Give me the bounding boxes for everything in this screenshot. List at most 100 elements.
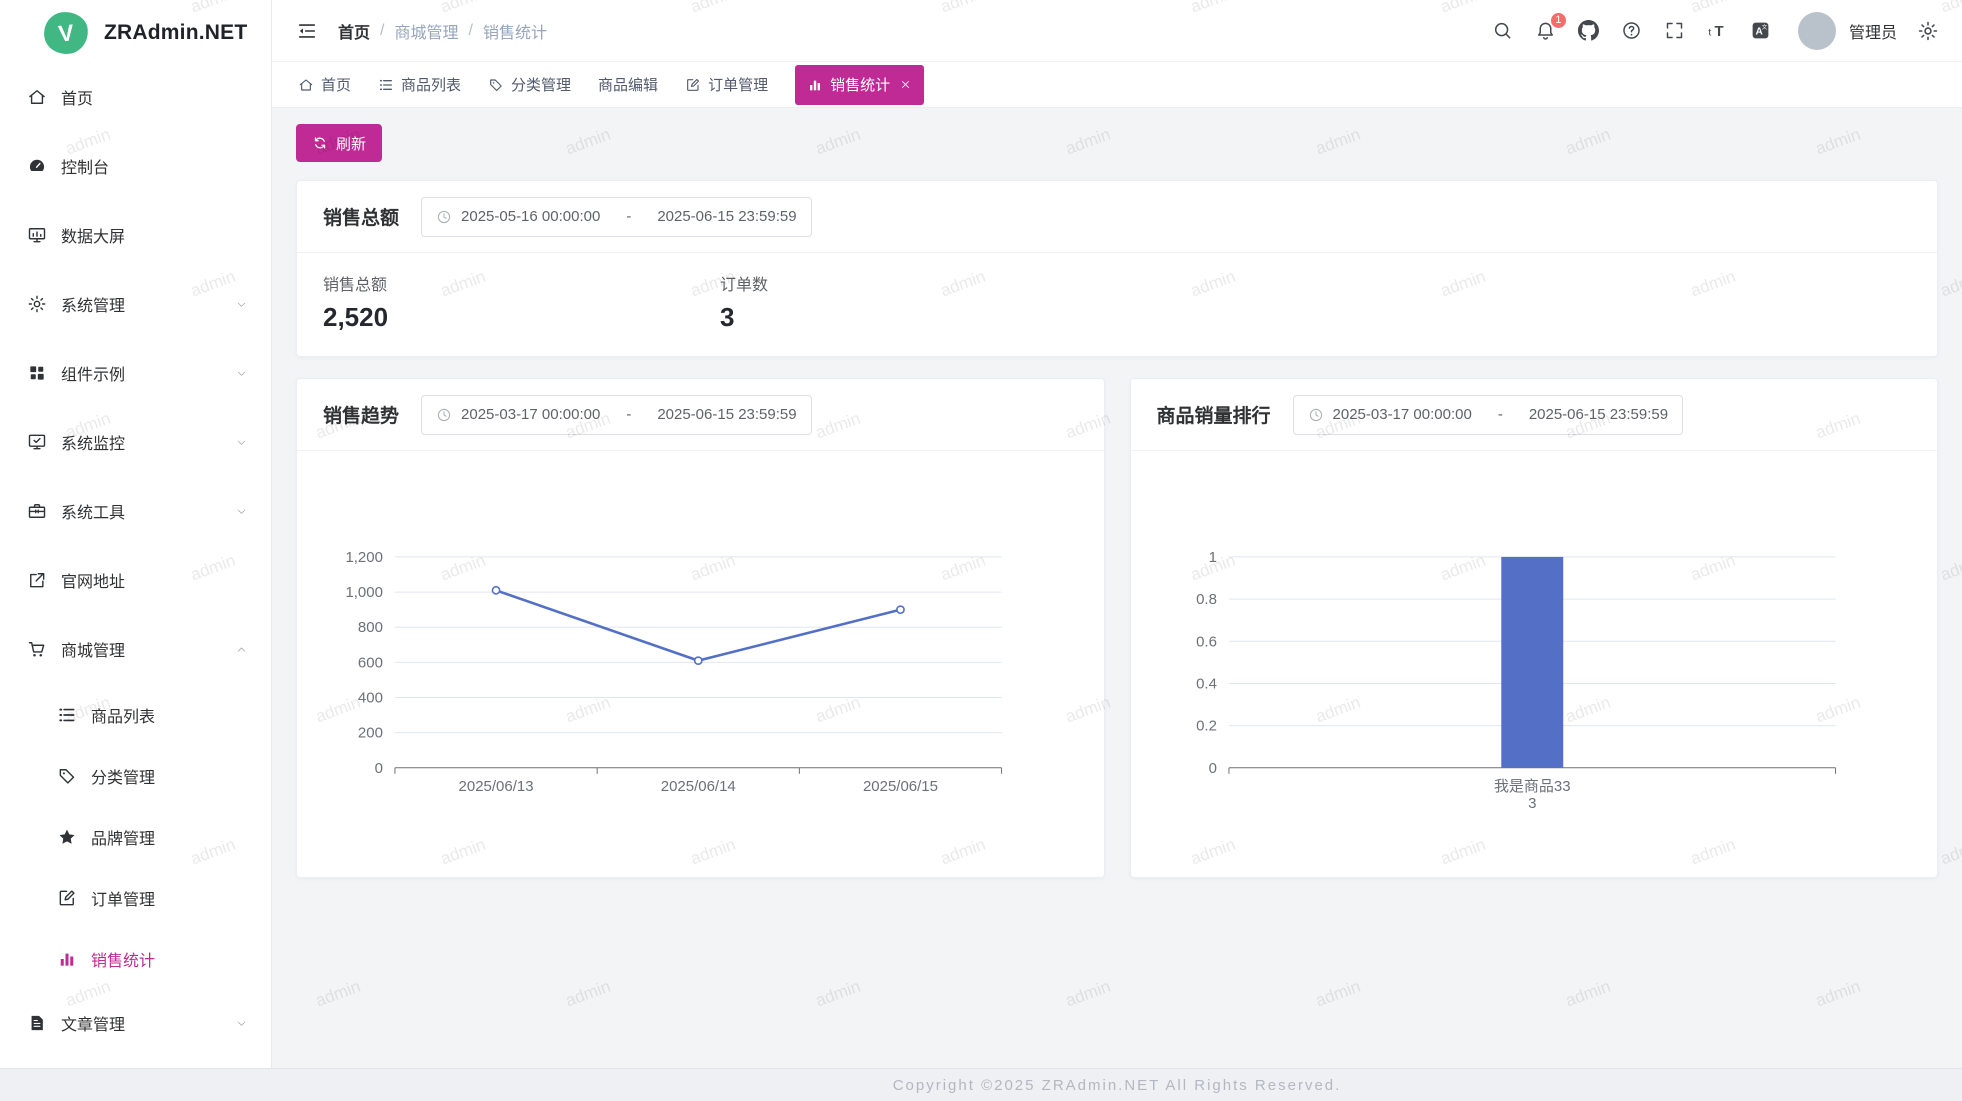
external-link-icon (27, 570, 47, 590)
font-size-icon[interactable]: tT (1706, 19, 1730, 43)
date-separator: - (626, 208, 631, 225)
fullscreen-icon[interactable] (1663, 19, 1687, 43)
svg-text:800: 800 (358, 619, 383, 636)
tag-icon (57, 766, 77, 786)
tab-product-edit[interactable]: 商品编辑 (598, 62, 658, 108)
close-icon[interactable] (899, 78, 912, 91)
home-icon (27, 87, 47, 107)
sidebar-item-sales-stats[interactable]: 销售统计 (0, 931, 271, 987)
star-icon (57, 827, 77, 847)
svg-text:0.8: 0.8 (1196, 591, 1217, 608)
edit-icon (57, 888, 77, 908)
stat-total-sales: 销售总额 2,520 (323, 271, 720, 333)
sidebar-item-data-screen[interactable]: 数据大屏 (0, 204, 271, 266)
clock-icon (1308, 407, 1324, 423)
svg-text:400: 400 (358, 690, 383, 707)
app-logo[interactable]: V ZRAdmin.NET (0, 0, 271, 66)
sidebar-item-label: 销售统计 (91, 947, 155, 971)
sidebar-item-monitoring[interactable]: 系统监控 (0, 411, 271, 473)
chevron-down-icon (234, 366, 249, 381)
date-separator: - (1498, 406, 1503, 423)
main-area: 首页 / 商城管理 / 销售统计 1 tT A文 管理员 首页 (272, 0, 1962, 1101)
svg-text:0: 0 (1208, 760, 1216, 777)
sidebar-item-home[interactable]: 首页 (0, 66, 271, 128)
notification-badge: 1 (1550, 12, 1567, 29)
trend-date-range-picker[interactable]: 2025-03-17 00:00:00 - 2025-06-15 23:59:5… (421, 395, 812, 435)
summary-date-range-picker[interactable]: 2025-05-16 00:00:00 - 2025-06-15 23:59:5… (421, 197, 812, 237)
sidebar-item-brand-mgmt[interactable]: 品牌管理 (0, 809, 271, 865)
settings-gear-icon[interactable] (1916, 19, 1940, 43)
sidebar-item-category-mgmt[interactable]: 分类管理 (0, 748, 271, 804)
sidebar-item-article-mgmt[interactable]: 文章管理 (0, 992, 271, 1054)
svg-text:T: T (1715, 24, 1724, 40)
chevron-down-icon (234, 1016, 249, 1031)
card-title: 销售趋势 (323, 401, 399, 428)
sales-trend-card: 销售趋势 2025-03-17 00:00:00 - 2025-06-15 23… (296, 378, 1105, 878)
sidebar-item-tools[interactable]: 系统工具 (0, 480, 271, 542)
svg-text:200: 200 (358, 725, 383, 742)
sidebar-item-order-mgmt[interactable]: 订单管理 (0, 870, 271, 926)
tab-product-list[interactable]: 商品列表 (378, 62, 461, 108)
topbar: 首页 / 商城管理 / 销售统计 1 tT A文 管理员 (272, 0, 1962, 62)
svg-text:文: 文 (1762, 23, 1768, 31)
card-title: 销售总额 (323, 203, 399, 230)
svg-text:3: 3 (1528, 795, 1536, 812)
clock-icon (436, 209, 452, 225)
tag-icon (488, 77, 504, 93)
chart-bar-icon (807, 77, 823, 93)
sidebar-fold-icon[interactable] (296, 20, 318, 42)
clock-icon (436, 407, 452, 423)
sidebar-item-system-mgmt[interactable]: 系统管理 (0, 273, 271, 335)
page-footer: Copyright ©2025 ZRAdmin.NET All Rights R… (0, 1068, 1962, 1101)
chart-bar-icon (57, 949, 77, 969)
stat-order-count: 订单数 3 (720, 271, 1117, 333)
tab-label: 销售统计 (830, 74, 890, 95)
date-end: 2025-06-15 23:59:59 (1529, 406, 1668, 423)
components-icon (27, 363, 47, 383)
sidebar-item-label: 系统监控 (61, 430, 125, 454)
date-start: 2025-03-17 00:00:00 (461, 406, 600, 423)
user-name[interactable]: 管理员 (1849, 19, 1897, 43)
notifications-button[interactable]: 1 (1534, 19, 1558, 43)
svg-text:600: 600 (358, 654, 383, 671)
sidebar-item-console[interactable]: 控制台 (0, 135, 271, 197)
summary-stats: 销售总额 2,520 订单数 3 (297, 253, 1937, 333)
charts-row: 销售趋势 2025-03-17 00:00:00 - 2025-06-15 23… (296, 378, 1938, 878)
logo-icon: V (42, 10, 90, 56)
tab-sales-stats[interactable]: 销售统计 (795, 65, 924, 105)
github-icon[interactable] (1577, 19, 1601, 43)
rank-date-range-picker[interactable]: 2025-03-17 00:00:00 - 2025-06-15 23:59:5… (1293, 395, 1684, 435)
tab-order-mgmt[interactable]: 订单管理 (685, 62, 768, 108)
tab-category-mgmt[interactable]: 分类管理 (488, 62, 571, 108)
sidebar-item-label: 订单管理 (91, 886, 155, 910)
help-icon[interactable] (1620, 19, 1644, 43)
sidebar-item-label: 系统管理 (61, 292, 125, 316)
sidebar-item-components[interactable]: 组件示例 (0, 342, 271, 404)
sidebar-item-product-list[interactable]: 商品列表 (0, 687, 271, 743)
svg-text:我是商品33: 我是商品33 (1493, 778, 1570, 795)
page-content: 刷新 销售总额 2025-05-16 00:00:00 - 2025-06-15… (272, 108, 1962, 878)
refresh-button[interactable]: 刷新 (296, 124, 382, 162)
svg-text:2025/06/13: 2025/06/13 (459, 778, 534, 795)
tab-label: 订单管理 (708, 74, 768, 95)
chevron-up-icon (234, 642, 249, 657)
sidebar-item-label: 组件示例 (61, 361, 125, 385)
date-start: 2025-05-16 00:00:00 (461, 208, 600, 225)
breadcrumb: 首页 / 商城管理 / 销售统计 (338, 19, 547, 43)
chevron-down-icon (234, 435, 249, 450)
avatar[interactable] (1798, 12, 1836, 50)
breadcrumb-home[interactable]: 首页 (338, 19, 370, 43)
sidebar-item-website[interactable]: 官网地址 (0, 549, 271, 611)
tab-home[interactable]: 首页 (298, 62, 351, 108)
stat-value: 3 (720, 302, 1117, 333)
sidebar-item-label: 文章管理 (61, 1011, 125, 1035)
svg-text:0.2: 0.2 (1196, 718, 1217, 735)
breadcrumb-mall[interactable]: 商城管理 (394, 19, 458, 43)
dashboard-icon (27, 156, 47, 176)
search-icon[interactable] (1491, 19, 1515, 43)
home-icon (298, 77, 314, 93)
translate-icon[interactable]: A文 (1749, 19, 1773, 43)
chevron-down-icon (234, 504, 249, 519)
stat-label: 销售总额 (323, 271, 720, 295)
sidebar-item-mall-mgmt[interactable]: 商城管理 (0, 618, 271, 680)
